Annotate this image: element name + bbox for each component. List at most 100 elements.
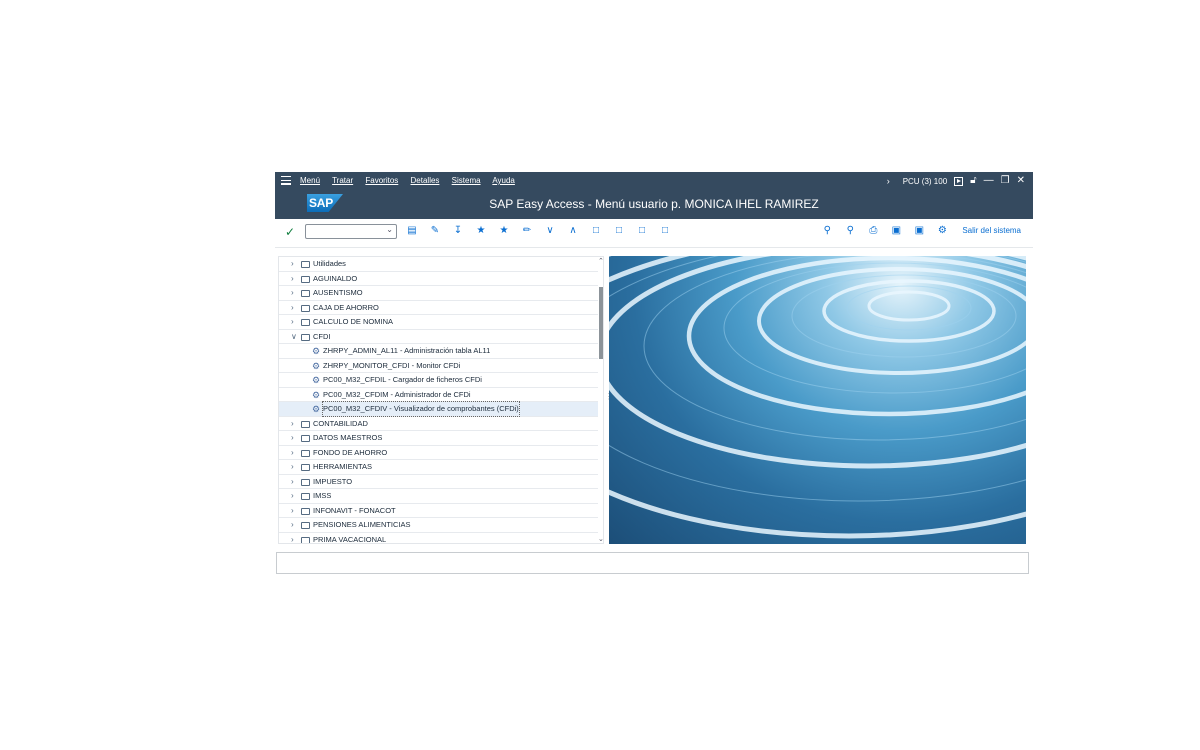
- tree-item-label: AGUINALDO: [313, 273, 358, 283]
- chevron-down-icon[interactable]: ∨: [543, 225, 557, 236]
- restore-icon[interactable]: ❐: [1001, 176, 1010, 186]
- folder-icon: [301, 464, 310, 471]
- tree-folder-item[interactable]: › CAJA DE AHORRO: [279, 301, 598, 315]
- tree-folder-item[interactable]: › IMSS: [279, 489, 598, 504]
- tree-folder-item[interactable]: › PENSIONES ALIMENTICIAS: [279, 518, 598, 533]
- menu-menu[interactable]: Menú: [300, 176, 320, 185]
- pencil-icon[interactable]: ✏︎: [520, 225, 534, 236]
- tree-item-label: IMPUESTO: [313, 476, 353, 486]
- tree-folder-item[interactable]: › AUSENTISMO: [279, 286, 598, 301]
- tree-item-label: IMSS: [313, 491, 332, 500]
- hamburger-menu-icon[interactable]: [281, 176, 291, 185]
- user-menu-icon[interactable]: ✎: [428, 225, 442, 236]
- documentation-icon[interactable]: □: [635, 225, 649, 236]
- tree-item-label: ZHRPY_MONITOR_CFDI - Monitor CFDi: [323, 360, 461, 370]
- tree-item-label: HERRAMIENTAS: [313, 462, 373, 471]
- chevron-right-icon[interactable]: ›: [291, 257, 294, 271]
- chevron-up-icon[interactable]: ∧: [566, 225, 580, 236]
- menu-items: Menú Tratar Favoritos Detalles Sistema A…: [300, 176, 525, 185]
- folder-icon: [301, 275, 310, 283]
- tree-item-label: ZHRPY_ADMIN_AL11 - Administración tabla …: [323, 346, 491, 355]
- chevron-right-icon[interactable]: ›: [291, 475, 294, 489]
- folder-icon: [301, 319, 310, 326]
- tree-folder-item[interactable]: ∨ CFDI: [279, 330, 598, 344]
- tree-item-label: AUSENTISMO: [313, 288, 363, 297]
- add-favorite-icon[interactable]: ★: [474, 225, 488, 236]
- chevron-right-icon[interactable]: ›: [291, 315, 294, 329]
- menu-tratar[interactable]: Tratar: [332, 176, 353, 185]
- chevron-right-icon[interactable]: ›: [291, 460, 294, 474]
- tree-transaction-item[interactable]: ⚙︎ PC00_M32_CFDIM - Administrador de CFDi: [279, 388, 598, 402]
- tree-folder-item[interactable]: › IMPUESTO: [279, 475, 598, 489]
- menu-ayuda[interactable]: Ayuda: [492, 176, 515, 185]
- tree-folder-item[interactable]: › HERRAMIENTAS: [279, 460, 598, 475]
- shortcut-icon[interactable]: ▣: [912, 225, 926, 236]
- transaction-icon: ⚙︎: [312, 346, 321, 356]
- tree-folder-item[interactable]: › AGUINALDO: [279, 272, 598, 286]
- search-icon[interactable]: ⚲: [820, 225, 834, 236]
- chevron-right-icon[interactable]: ›: [887, 176, 890, 186]
- check-icon[interactable]: ✓: [285, 225, 295, 239]
- tree-folder-item[interactable]: › CONTABILIDAD: [279, 417, 598, 431]
- refresh-icon[interactable]: □: [658, 225, 672, 236]
- edit-favorite-icon[interactable]: ★: [497, 225, 511, 236]
- chevron-right-icon[interactable]: ›: [291, 301, 294, 315]
- download-icon[interactable]: ↧: [451, 225, 465, 236]
- water-ripples-image: [609, 256, 1026, 539]
- chevron-right-icon[interactable]: ›: [291, 446, 294, 460]
- chevron-right-icon[interactable]: ›: [291, 286, 294, 300]
- folder-icon: [301, 507, 310, 515]
- logoff-button[interactable]: Salir del sistema: [962, 226, 1021, 235]
- tree-folder-item[interactable]: › CALCULO DE NOMINA: [279, 315, 598, 330]
- assign-users-icon[interactable]: □: [612, 225, 626, 236]
- chevron-up-icon[interactable]: ⌃: [598, 257, 603, 265]
- chevron-right-icon[interactable]: ›: [291, 518, 294, 532]
- tree-folder-item[interactable]: › PRIMA VACACIONAL: [279, 533, 598, 544]
- folder-icon: [301, 493, 310, 500]
- chevron-right-icon[interactable]: ›: [291, 533, 294, 544]
- tree-folder-item[interactable]: › DATOS MAESTROS: [279, 431, 598, 446]
- lock-icon[interactable]: 🔓︎: [970, 176, 976, 186]
- chevron-right-icon[interactable]: ›: [291, 431, 294, 445]
- tree-item-label: CALCULO DE NOMINA: [313, 317, 394, 326]
- close-icon[interactable]: ✕: [1017, 176, 1025, 186]
- menu-favoritos[interactable]: Favoritos: [365, 176, 398, 185]
- folder-open-icon: [301, 333, 310, 341]
- settings-icon[interactable]: ⚙︎: [935, 225, 949, 236]
- tree-item-label: PC00_M32_CFDIL - Cargador de ficheros CF…: [323, 375, 482, 384]
- print-icon[interactable]: ⎙: [866, 225, 880, 236]
- tree-transaction-item[interactable]: ⚙︎ ZHRPY_MONITOR_CFDI - Monitor CFDi: [279, 359, 598, 373]
- sap-gui-window: Menú Tratar Favoritos Detalles Sistema A…: [275, 172, 1033, 576]
- tree-folder-item[interactable]: › FONDO DE AHORRO: [279, 446, 598, 460]
- minimize-icon[interactable]: —: [984, 176, 994, 186]
- tree-transaction-item[interactable]: ⚙︎ ZHRPY_ADMIN_AL11 - Administración tabl…: [279, 344, 598, 359]
- tree-transaction-item[interactable]: ⚙︎ PC00_M32_CFDIL - Cargador de ficheros …: [279, 373, 598, 388]
- scroll-thumb[interactable]: [599, 287, 603, 359]
- page-title: SAP Easy Access - Menú usuario p. MONICA…: [489, 197, 819, 211]
- menu-sistema[interactable]: Sistema: [452, 176, 481, 185]
- folder-icon: [301, 420, 310, 428]
- folder-icon: [301, 290, 310, 297]
- chevron-right-icon[interactable]: ›: [291, 489, 294, 503]
- folder-icon: [301, 522, 310, 529]
- sap-menu-icon[interactable]: ▤: [405, 225, 419, 236]
- play-icon[interactable]: [954, 176, 964, 186]
- tree-folder-item[interactable]: › INFONAVIT - FONACOT: [279, 504, 598, 518]
- toolbar: ✓ ⌄ ▤ ✎ ↧ ★ ★ ✏︎ ∨ ∧ □ □ □ □ ⚲ ⚲ ⎙ ▣ ▣ ⚙…: [275, 219, 1033, 248]
- chevron-right-icon[interactable]: ›: [291, 504, 294, 518]
- chevron-right-icon[interactable]: ›: [291, 417, 294, 431]
- tree-transaction-item[interactable]: ⚙︎ PC00_M32_CFDIV - Visualizador de compr…: [279, 401, 598, 417]
- command-field[interactable]: ⌄: [305, 224, 397, 239]
- tree-item-label: DATOS MAESTROS: [313, 433, 383, 442]
- tree-folder-item[interactable]: › Utilidades: [279, 257, 598, 272]
- tree-scrollbar[interactable]: ⌃ ⌄: [598, 257, 603, 543]
- chevron-down-icon[interactable]: ⌄: [386, 225, 393, 234]
- menu-detalles[interactable]: Detalles: [411, 176, 440, 185]
- chevron-down-icon[interactable]: ∨: [291, 330, 297, 344]
- new-session-icon[interactable]: ▣: [889, 225, 903, 236]
- chevron-right-icon[interactable]: ›: [291, 272, 294, 286]
- search-next-icon[interactable]: ⚲: [843, 225, 857, 236]
- create-role-icon[interactable]: □: [589, 225, 603, 236]
- chevron-down-icon[interactable]: ⌄: [598, 535, 603, 543]
- folder-icon: [301, 261, 310, 268]
